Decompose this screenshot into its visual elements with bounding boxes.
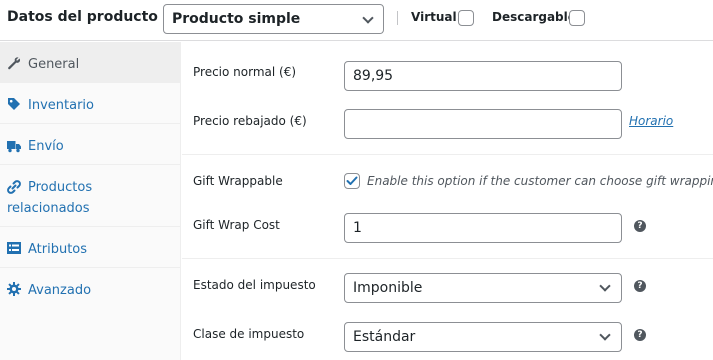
header-divider bbox=[397, 11, 398, 25]
sale-price-label: Precio rebajado (€) bbox=[193, 114, 307, 128]
gift-wrappable-description: Enable this option if the customer can c… bbox=[367, 174, 713, 188]
tax-status-value: Imponible bbox=[353, 280, 423, 296]
list-icon bbox=[7, 242, 21, 254]
tab-atributos[interactable]: Atributos bbox=[0, 227, 181, 268]
gift-wrap-cost-label: Gift Wrap Cost bbox=[193, 218, 280, 232]
downloadable-label: Descargable: bbox=[492, 10, 581, 24]
tax-class-label: Clase de impuesto bbox=[193, 327, 305, 341]
help-icon[interactable]: ? bbox=[634, 280, 646, 292]
tab-general[interactable]: General bbox=[0, 42, 181, 83]
product-data-tabs: General Inventario Envío Productos relac… bbox=[0, 42, 181, 360]
panel-title: Datos del producto — bbox=[7, 9, 177, 25]
tag-icon bbox=[8, 98, 20, 110]
tab-productos-label-1: Productos bbox=[28, 180, 93, 195]
gear-icon bbox=[7, 282, 21, 296]
tax-status-label: Estado del impuesto bbox=[193, 278, 316, 292]
tab-atributos-label: Atributos bbox=[28, 242, 88, 257]
tax-class-value: Estándar bbox=[353, 329, 416, 345]
product-type-value: Producto simple bbox=[172, 11, 301, 27]
schedule-link[interactable]: Horario bbox=[629, 114, 673, 128]
help-icon[interactable]: ? bbox=[634, 220, 646, 232]
product-type-select[interactable]: Producto simple bbox=[163, 4, 384, 34]
tab-envio-label: Envío bbox=[28, 139, 64, 154]
tab-avanzado[interactable]: Avanzado bbox=[0, 268, 181, 309]
chevron-down-icon bbox=[599, 329, 611, 341]
gift-wrap-cost-input[interactable]: 1 bbox=[344, 213, 622, 243]
tab-productos-relacionados[interactable]: Productos relacionados bbox=[0, 165, 181, 227]
tab-general-label: General bbox=[28, 57, 80, 72]
gift-wrap-cost-value: 1 bbox=[353, 220, 362, 236]
tax-class-select[interactable]: Estándar bbox=[344, 322, 622, 352]
tab-inventario-label: Inventario bbox=[28, 98, 94, 113]
tab-inventario[interactable]: Inventario bbox=[0, 83, 181, 124]
tab-avanzado-label: Avanzado bbox=[28, 283, 92, 298]
section-divider bbox=[182, 154, 713, 155]
help-icon[interactable]: ? bbox=[634, 329, 646, 341]
regular-price-input[interactable]: 89,95 bbox=[344, 61, 622, 91]
checkmark-icon bbox=[346, 176, 358, 185]
virtual-label: Virtual: bbox=[411, 10, 462, 24]
sale-price-input[interactable] bbox=[344, 109, 622, 139]
tax-status-select[interactable]: Imponible bbox=[344, 273, 622, 303]
gift-wrappable-label: Gift Wrappable bbox=[193, 174, 283, 188]
link-icon bbox=[7, 180, 21, 194]
gift-wrappable-checkbox[interactable] bbox=[344, 173, 360, 189]
truck-icon bbox=[7, 141, 21, 153]
chevron-down-icon bbox=[362, 12, 374, 24]
downloadable-checkbox[interactable] bbox=[569, 10, 585, 26]
regular-price-label: Precio normal (€) bbox=[193, 65, 297, 79]
panel-header: Datos del producto — Producto simple Vir… bbox=[0, 0, 713, 41]
regular-price-value: 89,95 bbox=[353, 68, 394, 84]
wrench-icon bbox=[8, 57, 21, 70]
tab-envio[interactable]: Envío bbox=[0, 124, 181, 165]
tab-productos-label-2: relacionados bbox=[7, 201, 90, 216]
section-divider bbox=[182, 258, 713, 259]
virtual-checkbox[interactable] bbox=[458, 10, 474, 26]
chevron-down-icon bbox=[599, 280, 611, 292]
